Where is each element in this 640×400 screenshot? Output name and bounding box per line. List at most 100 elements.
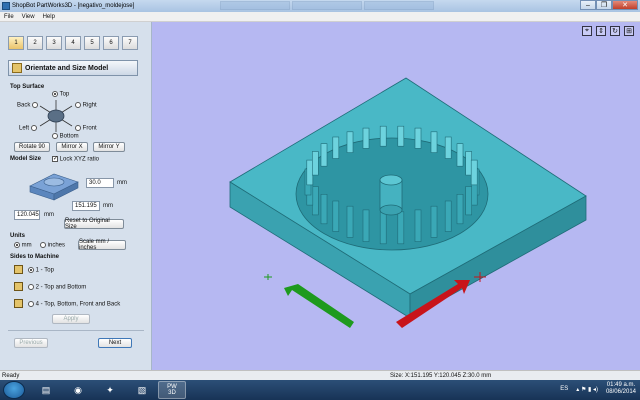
side-option-1[interactable]: 1 - Top [28, 267, 54, 274]
radio-right[interactable] [75, 102, 81, 108]
window-controls: – ❐ ✕ [580, 0, 638, 10]
close-button[interactable]: ✕ [612, 0, 638, 10]
model-render [229, 77, 587, 328]
top-surface-heading: Top Surface [10, 84, 45, 90]
gear-tooth [346, 205, 354, 238]
option-bottom[interactable]: Bottom [52, 133, 79, 140]
side-4-cube-icon [14, 299, 23, 308]
sides-heading: Sides to Machine [10, 254, 60, 260]
next-button[interactable]: Next [98, 338, 132, 348]
orient-icon [12, 63, 22, 73]
stage-title: Orientate and Size Model [25, 64, 109, 72]
radio-side-4[interactable] [28, 301, 34, 307]
gear-tooth [430, 131, 438, 153]
photo-viewer-icon[interactable]: ▧ [128, 381, 156, 399]
y-unit-label: mm [44, 212, 54, 218]
menu-view[interactable]: View [18, 14, 39, 20]
gear-tooth [397, 211, 405, 245]
menu-file[interactable]: File [0, 14, 18, 20]
title-bar: ShopBot PartWorks3D - [negativo_moldejos… [0, 0, 640, 12]
units-mm-label: mm [21, 242, 32, 249]
gear-tooth [320, 143, 328, 167]
radio-inches[interactable] [40, 242, 46, 248]
side-option-2[interactable]: 2 - Top and Bottom [28, 284, 86, 291]
units-inches-option[interactable]: inches [40, 242, 65, 249]
stage-4-button[interactable]: 4 [65, 36, 81, 50]
pw3d-taskbar-button[interactable]: PW 3D [158, 381, 186, 399]
x-size-field[interactable]: 151.195 [72, 201, 100, 211]
gear-tooth [444, 136, 452, 159]
units-mm-option[interactable]: mm [14, 242, 32, 249]
radio-mm[interactable] [14, 242, 20, 248]
shopbot-icon[interactable]: ✦ [96, 381, 124, 399]
option-back[interactable]: Back [17, 102, 39, 109]
radio-back[interactable] [32, 102, 39, 108]
maximize-button[interactable]: ❐ [596, 0, 612, 10]
stage-banner: Orientate and Size Model [8, 60, 138, 76]
gear-tooth [444, 200, 452, 232]
stage-5-button[interactable]: 5 [84, 36, 100, 50]
stage-7-button[interactable]: 7 [122, 36, 138, 50]
model-size-heading: Model Size [10, 156, 42, 162]
z-size-field[interactable]: 30.0 [86, 178, 114, 188]
lock-ratio-label: Lock XYZ ratio [59, 156, 100, 163]
previous-button[interactable]: Previous [14, 338, 48, 348]
units-heading: Units [10, 233, 25, 239]
option-back-label: Back [17, 102, 31, 109]
folder-icon[interactable]: ▤ [32, 381, 60, 399]
option-left[interactable]: Left [19, 125, 37, 132]
gear-tooth [362, 209, 370, 242]
option-front[interactable]: Front [75, 125, 97, 132]
z-unit-label: mm [117, 180, 127, 186]
gear-tooth [465, 186, 473, 216]
lock-ratio-option[interactable]: Lock XYZ ratio [52, 155, 100, 163]
stage-1-button[interactable]: 1 [8, 36, 24, 50]
gear-tooth [414, 209, 422, 242]
status-text: Ready [2, 372, 20, 379]
menu-bar: File View Help [0, 12, 640, 22]
radio-side-2[interactable] [28, 284, 34, 290]
side-option-4[interactable]: 4 - Top, Bottom, Front and Back [28, 301, 120, 308]
option-top-label: Top [59, 91, 70, 98]
gear-tooth [414, 127, 422, 149]
stage-6-button[interactable]: 6 [103, 36, 119, 50]
stage-3-button[interactable]: 3 [46, 36, 62, 50]
gear-tooth [332, 136, 340, 159]
language-indicator[interactable]: ES [560, 386, 568, 392]
radio-bottom[interactable] [52, 133, 58, 139]
option-right[interactable]: Right [75, 102, 97, 109]
apply-button[interactable]: Apply [52, 314, 90, 324]
side-option-2-label: 2 - Top and Bottom [35, 284, 87, 291]
radio-left[interactable] [30, 125, 37, 131]
window-title: ShopBot PartWorks3D - [negativo_moldejos… [12, 3, 135, 9]
side-option-4-label: 4 - Top, Bottom, Front and Back [35, 301, 121, 308]
model-size-box-icon [29, 173, 79, 201]
rotate-90-button[interactable]: Rotate 90 [14, 142, 50, 152]
stage-2-button[interactable]: 2 [27, 36, 43, 50]
option-left-label: Left [19, 125, 30, 132]
gear-tooth [465, 151, 473, 176]
3d-viewport[interactable]: ⌖ ⇕ ↻ ⊞ [152, 22, 640, 370]
menu-help[interactable]: Help [39, 14, 59, 20]
mirror-x-button[interactable]: Mirror X [56, 142, 88, 152]
orientation-diagram-icon [39, 100, 73, 132]
y-size-field[interactable]: 120.045 [14, 210, 40, 220]
gear-tooth [312, 151, 319, 176]
option-top[interactable]: Top [52, 91, 69, 98]
gear-tooth [470, 159, 478, 186]
mirror-y-button[interactable]: Mirror Y [93, 142, 125, 152]
reset-size-button[interactable]: Reset to Original Size [64, 218, 124, 230]
gear-tooth [362, 127, 370, 149]
option-bottom-label: Bottom [59, 133, 79, 140]
lock-ratio-checkbox[interactable] [52, 155, 58, 162]
radio-top[interactable] [52, 91, 58, 97]
radio-side-1[interactable] [28, 267, 34, 273]
clock[interactable]: 01:49 a.m. 08/06/2014 [606, 382, 636, 396]
gear-tooth [456, 143, 464, 167]
minimize-button[interactable]: – [580, 0, 596, 10]
chrome-icon[interactable]: ◉ [64, 381, 92, 399]
start-button[interactable] [3, 381, 25, 399]
central-boss-bottom [379, 204, 403, 216]
scale-units-button[interactable]: Scale mm / inches [78, 239, 126, 251]
radio-front[interactable] [75, 125, 81, 131]
